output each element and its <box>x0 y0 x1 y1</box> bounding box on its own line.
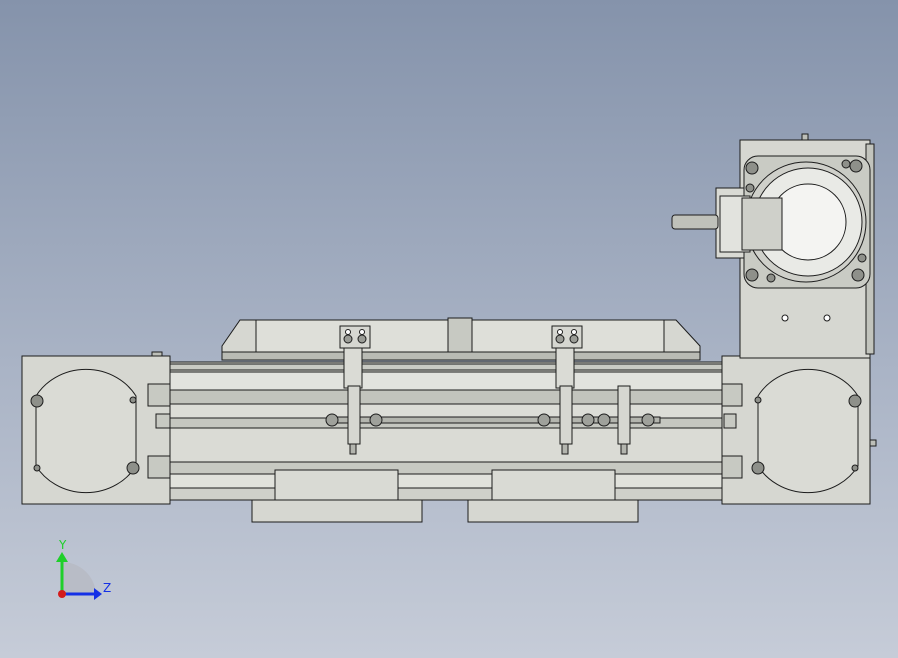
sensor-bracket-3 <box>617 385 631 455</box>
end-cap-right <box>721 355 871 505</box>
axis-y-label: Y <box>59 538 67 552</box>
carriage-plate-right <box>467 497 639 523</box>
servo-motor <box>671 155 871 289</box>
axis-z-label: Z <box>103 581 112 595</box>
slider-block-left <box>274 469 399 501</box>
linear-actuator-model[interactable] <box>0 0 898 658</box>
slider-block-right <box>491 469 616 501</box>
clamp-block-right <box>551 325 583 349</box>
clamp-block-left <box>339 325 371 349</box>
axis-triad <box>56 552 102 600</box>
cad-viewport[interactable]: Y Z <box>0 0 898 658</box>
end-cap-left <box>21 351 171 505</box>
carriage-table <box>221 317 701 361</box>
rail-body <box>167 361 725 501</box>
carriage-plate-left <box>251 497 423 523</box>
